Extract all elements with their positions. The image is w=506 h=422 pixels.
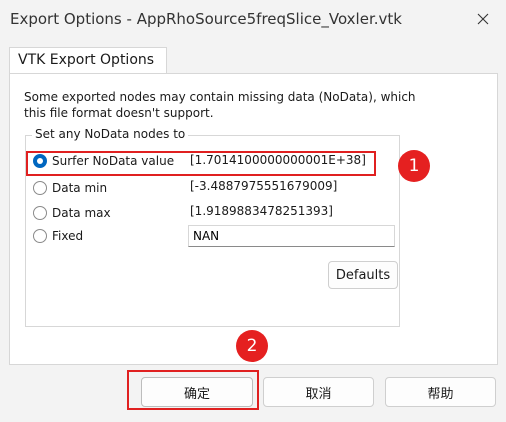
group-title: Set any NoData nodes to (32, 127, 189, 141)
nodata-message: Some exported nodes may contain missing … (24, 90, 416, 120)
radio-label: Surfer NoData value (52, 154, 175, 168)
radio-button[interactable] (33, 229, 47, 243)
fixed-value-input[interactable] (188, 225, 395, 247)
title-bar: Export Options - AppRhoSource5freqSlice_… (0, 0, 506, 38)
radio-label: Data max (52, 206, 111, 220)
close-icon (477, 13, 489, 25)
help-button[interactable]: 帮助 (385, 377, 496, 407)
close-button[interactable] (460, 0, 506, 38)
annotation-badge-2: 2 (236, 330, 268, 362)
tab-vtk-export-options[interactable]: VTK Export Options (9, 47, 167, 74)
ok-button[interactable]: 确定 (141, 377, 253, 407)
data-max-value: [1.9189883478251393] (190, 204, 333, 218)
cancel-button[interactable]: 取消 (263, 377, 374, 407)
radio-button[interactable] (33, 181, 47, 195)
radio-button[interactable] (33, 206, 47, 220)
radio-button[interactable] (33, 154, 47, 168)
nodata-group: Set any NoData nodes to Surfer NoData va… (25, 127, 400, 327)
surfer-nodata-value: [1.7014100000000001E+38] (190, 153, 366, 167)
tab-label: VTK Export Options (18, 52, 155, 68)
radio-label: Data min (52, 181, 108, 195)
window-title: Export Options - AppRhoSource5freqSlice_… (10, 10, 402, 28)
radio-label: Fixed (52, 229, 84, 243)
options-panel: Some exported nodes may contain missing … (9, 73, 498, 365)
defaults-button[interactable]: Defaults (328, 261, 398, 289)
data-min-value: [-3.4887975551679009] (190, 179, 338, 193)
annotation-badge-1: 1 (398, 150, 430, 182)
